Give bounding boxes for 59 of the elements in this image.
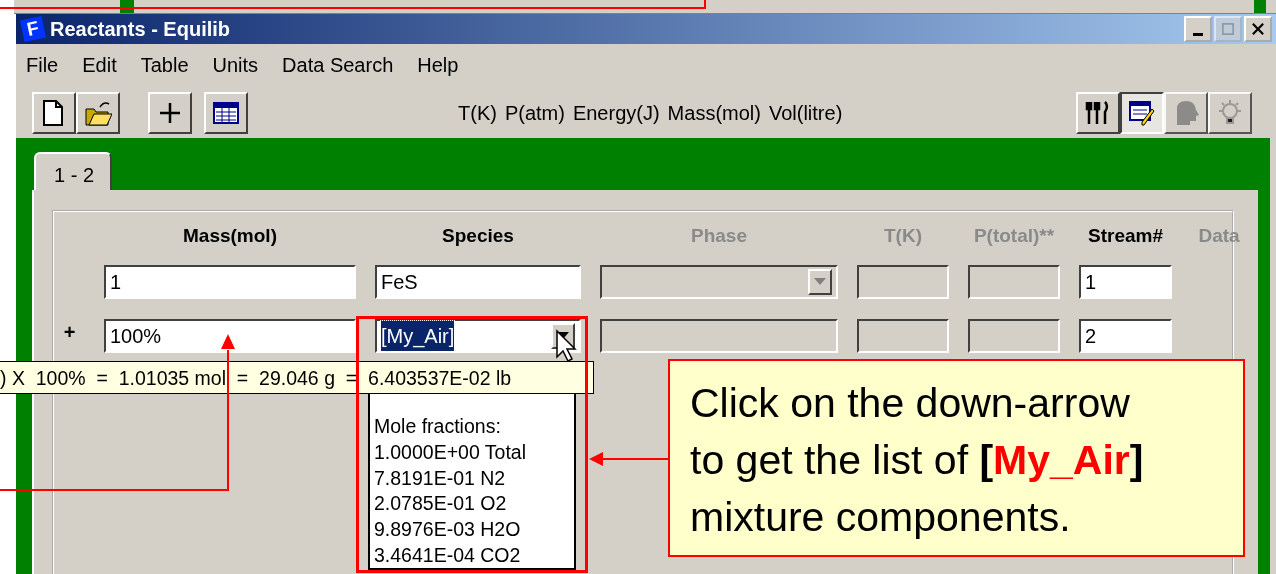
unit-label[interactable]: P(atm) <box>504 98 565 128</box>
temperature-field[interactable] <box>857 265 949 299</box>
tab[interactable]: 1 - 2 <box>34 152 113 190</box>
stream-field[interactable]: 1 <box>1079 265 1172 299</box>
menu-item[interactable]: Edit <box>82 50 117 80</box>
cutlery-button[interactable] <box>1076 92 1120 134</box>
edit-table-icon <box>1128 99 1156 127</box>
menu-item[interactable]: File <box>26 50 59 80</box>
plus-marker: + <box>62 320 77 345</box>
pressure-field[interactable] <box>968 265 1060 299</box>
open-folder-button[interactable] <box>76 92 120 134</box>
edit-table-button[interactable] <box>1120 92 1164 134</box>
dropdown-item[interactable]: 7.8191E-01 N2 <box>374 465 574 492</box>
new-file-button[interactable] <box>32 92 76 134</box>
menu-item[interactable]: Table <box>140 50 189 80</box>
unit-label[interactable]: Mass(mol) <box>667 98 761 128</box>
close-icon <box>1252 22 1264 36</box>
bulb-icon <box>1216 99 1244 127</box>
table-icon <box>212 99 240 127</box>
dropdown-item[interactable]: Mole fractions: <box>374 414 574 440</box>
column-header: Species <box>442 224 514 248</box>
down-arrow-icon <box>814 278 826 286</box>
column-header: T(K) <box>884 224 922 248</box>
species-field[interactable]: FeS <box>375 265 581 299</box>
column-header: Data <box>1198 224 1240 248</box>
phase-combobox[interactable] <box>600 265 838 299</box>
tooltip: ) X 100% = 1.01035 mol = 29.046 g = 6.403537E-02 lb <box>0 361 594 394</box>
unit-label[interactable]: Vol(litre) <box>768 98 843 128</box>
menu-item[interactable]: Help <box>417 50 459 80</box>
table-button[interactable] <box>204 92 248 134</box>
dropdown-item[interactable]: 2.0785E-01 O2 <box>374 491 574 518</box>
dropdown-item[interactable]: 1.0000E+00 Total <box>374 439 574 466</box>
minimize-icon <box>1193 33 1203 36</box>
stream-field[interactable]: 2 <box>1079 319 1172 353</box>
window-title: Reactants - Equilib <box>50 17 231 42</box>
menu-item[interactable]: Data Search <box>282 50 394 80</box>
dropdown-item[interactable]: 9.8976E-03 H2O <box>374 517 574 543</box>
mass-field[interactable]: 100% <box>104 319 356 353</box>
callout-text: Click on the down-arrow to get the list of [My_Air] mixture components. <box>668 359 1245 557</box>
menu-item[interactable]: Units <box>212 50 259 80</box>
pressure-field[interactable] <box>968 319 1060 353</box>
maximize-icon <box>1222 22 1234 36</box>
column-header: Mass(mol) <box>183 224 277 248</box>
column-header: Phase <box>691 224 747 248</box>
mass-field[interactable]: 1 <box>104 265 356 299</box>
plus-button[interactable] <box>148 92 192 134</box>
dropdown-item[interactable]: 3.4641E-04 CO2 <box>374 543 574 568</box>
app-logo: F <box>19 15 47 43</box>
temperature-field[interactable] <box>857 319 949 353</box>
minimize-button[interactable] <box>1184 16 1212 42</box>
phase-field[interactable] <box>600 319 838 353</box>
unit-label[interactable]: Energy(J) <box>572 98 660 128</box>
column-header: Stream# <box>1088 224 1163 248</box>
species-combobox[interactable]: [My_Air] <box>375 319 581 353</box>
unit-label[interactable]: T(K) <box>458 98 497 128</box>
open-folder-icon <box>84 99 112 127</box>
column-header: P(total)** <box>973 224 1055 248</box>
pointer-icon <box>556 329 577 362</box>
close-button[interactable] <box>1244 16 1272 42</box>
